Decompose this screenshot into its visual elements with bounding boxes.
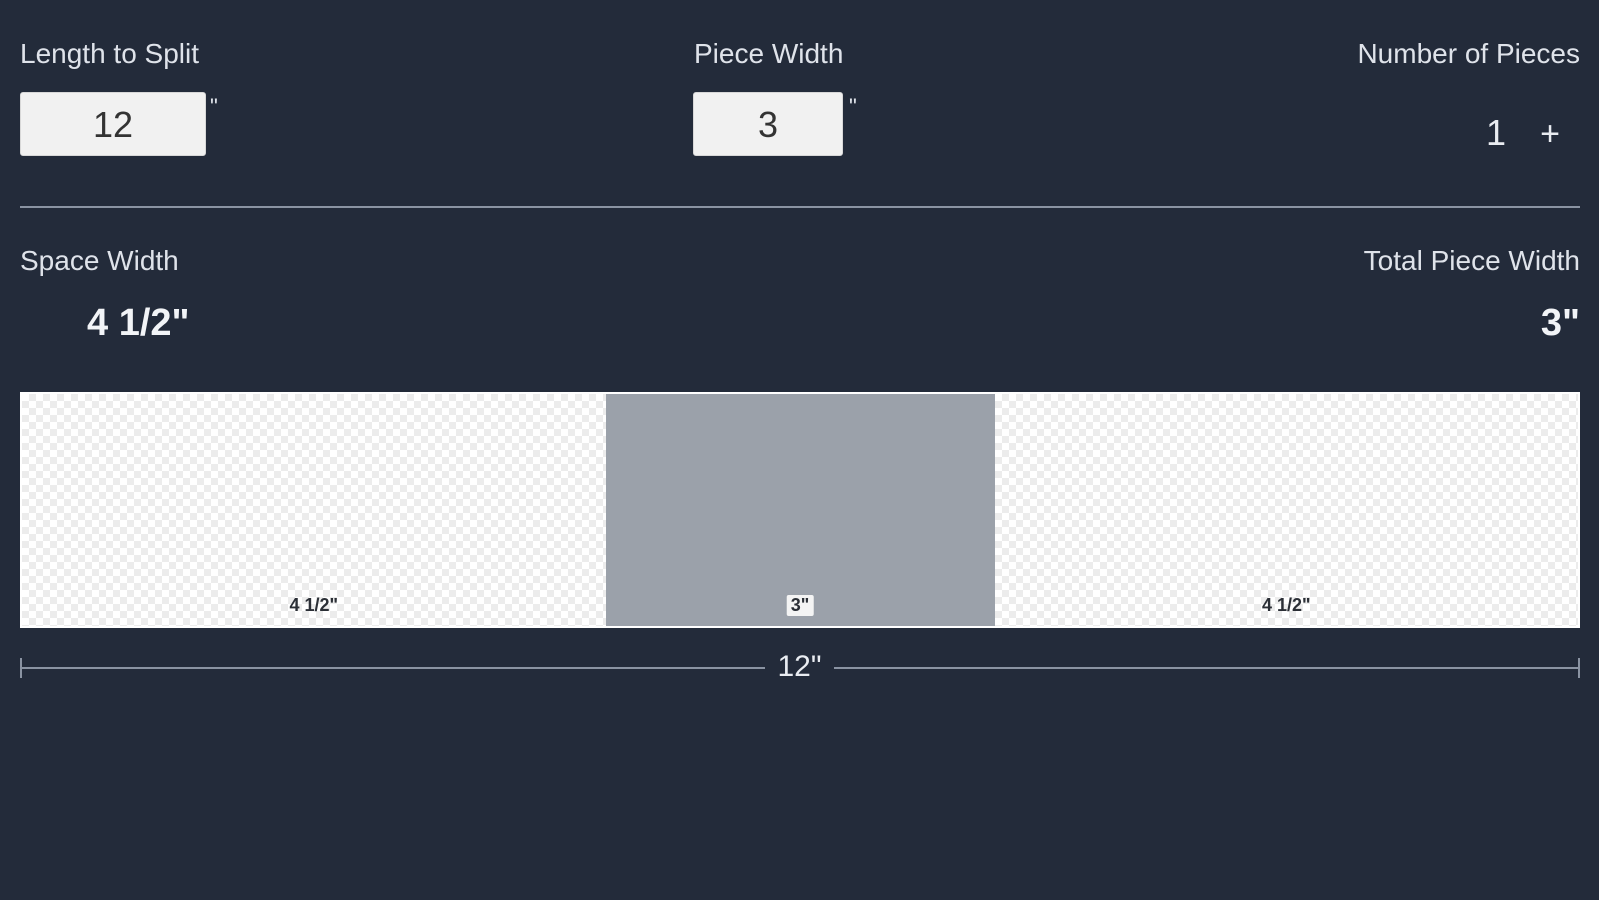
total-piece-width-label: Total Piece Width: [1363, 245, 1580, 276]
space-width-value: 4 1/2": [87, 302, 190, 344]
space-width-label: Space Width: [20, 245, 179, 276]
section-divider: [20, 206, 1580, 208]
length-to-split-label: Length to Split: [20, 38, 200, 69]
number-of-pieces-label: Number of Pieces: [1357, 38, 1580, 69]
piece-segment: 3": [605, 394, 995, 626]
piece-width-input[interactable]: 3: [693, 92, 843, 156]
length-unit-mark: ": [210, 94, 218, 119]
segment-width-label: 3": [786, 595, 814, 616]
space-segment: 4 1/2": [994, 394, 1578, 626]
segment-width-label: 4 1/2": [289, 595, 339, 615]
segment-width-label: 4 1/2": [1261, 595, 1311, 615]
layout-diagram: 4 1/2" 3" 4 1/2": [20, 392, 1580, 628]
space-segment: 4 1/2": [22, 394, 606, 626]
dimension-line-right: [834, 667, 1580, 669]
increment-pieces-button[interactable]: +: [1532, 114, 1568, 154]
dimension-end-tick: [1578, 658, 1580, 678]
piece-width-label: Piece Width: [694, 38, 844, 69]
total-piece-width-value: 3": [1540, 302, 1580, 344]
piece-width-unit-mark: ": [849, 94, 857, 119]
length-to-split-input[interactable]: 12: [20, 92, 206, 156]
number-of-pieces-value: 1: [1486, 112, 1507, 153]
